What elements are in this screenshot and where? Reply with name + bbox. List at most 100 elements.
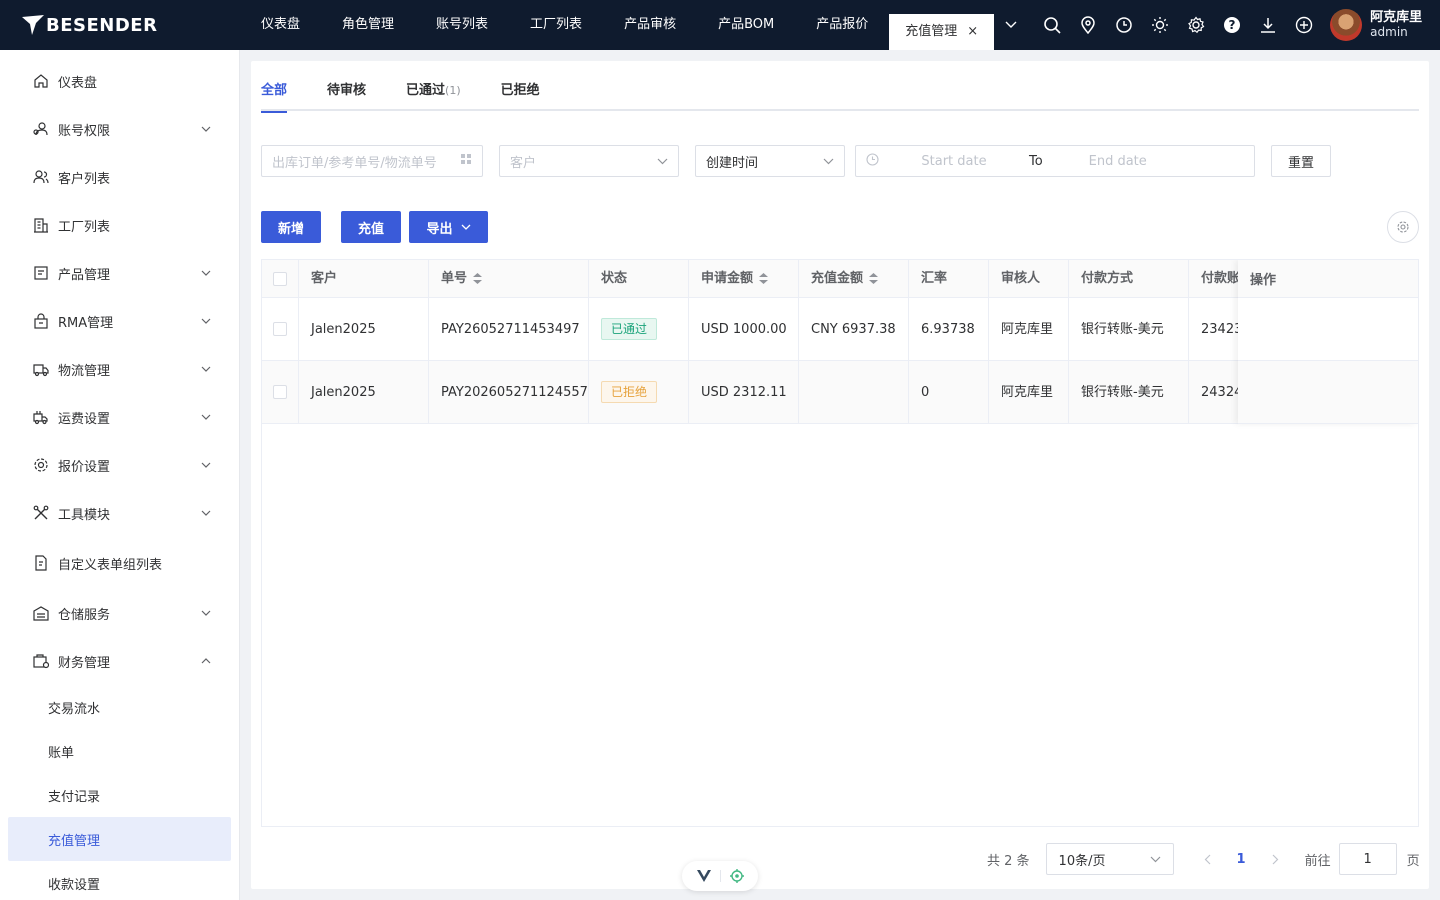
top-menu-item-product-review[interactable]: 产品审核 [603, 0, 697, 50]
sort-icon[interactable] [869, 273, 879, 284]
sidebar-subitem-recharge[interactable]: 充值管理 [8, 817, 231, 861]
floating-devtools[interactable] [682, 861, 758, 891]
chevron-down-icon [461, 224, 471, 230]
goto-page-input[interactable]: 1 [1338, 843, 1397, 875]
sidebar-subitem-bills[interactable]: 账单 [0, 729, 239, 773]
col-order-no[interactable]: 单号 [429, 260, 589, 297]
sun-icon[interactable] [1142, 0, 1178, 50]
row-checkbox[interactable] [273, 385, 287, 399]
sidebar-item-logistics[interactable]: 物流管理 [0, 345, 239, 393]
reset-button[interactable]: 重置 [1271, 145, 1331, 177]
sidebar-item-label: RMA管理 [58, 315, 114, 331]
add-button[interactable]: 新增 [261, 211, 321, 243]
sidebar-subitem-receipt-settings[interactable]: 收款设置 [0, 861, 239, 900]
select-all-cell [262, 260, 299, 297]
page-number-current[interactable]: 1 [1237, 852, 1246, 867]
chevron-down-icon [823, 154, 834, 169]
start-date-input[interactable]: Start date [879, 154, 1029, 169]
sidebar-item-custom-forms[interactable]: 自定义表单组列表 [0, 537, 239, 589]
truck-icon [32, 360, 50, 378]
top-menu-item-dashboard[interactable]: 仪表盘 [240, 0, 321, 50]
sidebar-item-factories[interactable]: 工厂列表 [0, 201, 239, 249]
building-icon [32, 216, 50, 234]
sidebar-subitem-transactions[interactable]: 交易流水 [0, 685, 239, 729]
sort-icon[interactable] [473, 273, 483, 284]
freight-icon [32, 408, 50, 426]
next-page-icon[interactable] [1272, 854, 1279, 865]
sidebar-item-finance[interactable]: 财务管理 [0, 637, 239, 685]
sidebar-item-warehouse[interactable]: 仓储服务 [0, 589, 239, 637]
sidebar-item-products[interactable]: 产品管理 [0, 249, 239, 297]
finance-icon [32, 652, 50, 670]
date-range-picker[interactable]: Start date To End date [855, 145, 1255, 177]
export-button[interactable]: 导出 [409, 211, 488, 243]
tab-pending[interactable]: 待审核 [307, 79, 386, 111]
top-tab-recharge[interactable]: 充值管理 × [889, 14, 995, 50]
clock-icon[interactable] [1106, 0, 1142, 50]
user-name: 阿克库里 [1370, 10, 1423, 25]
chevron-down-icon [201, 412, 211, 422]
page-size-select[interactable]: 10条/页 [1045, 843, 1174, 875]
sidebar-item-quote-settings[interactable]: 报价设置 [0, 441, 239, 489]
col-recharge-amount[interactable]: 充值金额 [799, 260, 909, 297]
grid-icon[interactable] [460, 153, 472, 169]
home-icon [32, 72, 50, 90]
brand-logo[interactable]: BESENDER [0, 0, 240, 50]
sort-icon[interactable] [759, 273, 769, 284]
select-all-checkbox[interactable] [273, 271, 287, 286]
top-menu-item-product-quote[interactable]: 产品报价 [795, 0, 889, 50]
row-checkbox[interactable] [273, 322, 287, 336]
sidebar-item-label: 工厂列表 [58, 219, 111, 235]
cell-rate: 6.93738 [909, 298, 989, 360]
sidebar-item-dashboard[interactable]: 仪表盘 [0, 57, 239, 105]
plus-circle-icon[interactable] [1286, 0, 1322, 50]
download-icon[interactable] [1250, 0, 1286, 50]
prev-page-icon[interactable] [1204, 854, 1211, 865]
sidebar-item-account-permissions[interactable]: 账号权限 [0, 105, 239, 153]
sidebar-item-freight[interactable]: 运费设置 [0, 393, 239, 441]
row-select-cell [262, 298, 299, 360]
tab-rejected[interactable]: 已拒绝 [481, 79, 560, 111]
column-settings-button[interactable] [1387, 211, 1419, 243]
help-icon[interactable]: ? [1214, 0, 1250, 50]
end-date-input[interactable]: End date [1043, 154, 1193, 169]
sidebar-item-label: 报价设置 [58, 459, 111, 475]
target-icon[interactable] [729, 869, 744, 883]
avatar[interactable] [1330, 9, 1363, 41]
row-actions-cell [1238, 361, 1418, 424]
top-menu-item-product-bom[interactable]: 产品BOM [697, 0, 795, 50]
time-type-select[interactable]: 创建时间 [695, 145, 845, 177]
customer-select[interactable]: 客户 [499, 145, 679, 177]
settings-icon [32, 456, 50, 474]
close-icon[interactable]: × [967, 14, 978, 50]
tab-all[interactable]: 全部 [261, 79, 307, 113]
vue-logo-icon[interactable] [696, 870, 711, 882]
chevron-down-icon[interactable] [994, 0, 1028, 50]
recharge-button[interactable]: 充值 [341, 211, 401, 243]
cell-customer: Jalen2025 [299, 361, 429, 423]
tools-icon [32, 504, 50, 522]
tab-approved[interactable]: 已通过(1) [386, 79, 481, 111]
gear-icon[interactable] [1178, 0, 1214, 50]
sidebar-subitem-payments[interactable]: 支付记录 [0, 773, 239, 817]
user-menu[interactable]: 阿克库里 admin [1330, 9, 1422, 41]
sidebar-item-tools[interactable]: 工具模块 [0, 489, 239, 537]
top-menu-item-factories[interactable]: 工厂列表 [509, 0, 603, 50]
search-icon[interactable] [1034, 0, 1070, 50]
user-role: admin [1370, 25, 1408, 39]
sidebar-item-label: 账号权限 [58, 123, 111, 139]
top-tab-recharge-label: 充值管理 [905, 24, 958, 39]
order-search-input[interactable]: 出库订单/参考单号/物流单号 [261, 145, 483, 177]
chevron-down-icon [201, 268, 211, 278]
row-select-cell [262, 361, 299, 423]
brand-mark-icon [22, 15, 44, 35]
top-menu-item-accounts[interactable]: 账号列表 [415, 0, 509, 50]
top-menu-item-roles[interactable]: 角色管理 [321, 0, 415, 50]
col-apply-amount[interactable]: 申请金额 [689, 260, 799, 297]
status-badge: 已拒绝 [601, 381, 658, 403]
sidebar-item-customers[interactable]: 客户列表 [0, 153, 239, 201]
status-tabs: 全部 待审核 已通过(1) 已拒绝 [261, 79, 1419, 113]
sidebar-item-rma[interactable]: RMA管理 [0, 297, 239, 345]
location-icon[interactable] [1070, 0, 1106, 50]
col-status: 状态 [589, 260, 689, 297]
